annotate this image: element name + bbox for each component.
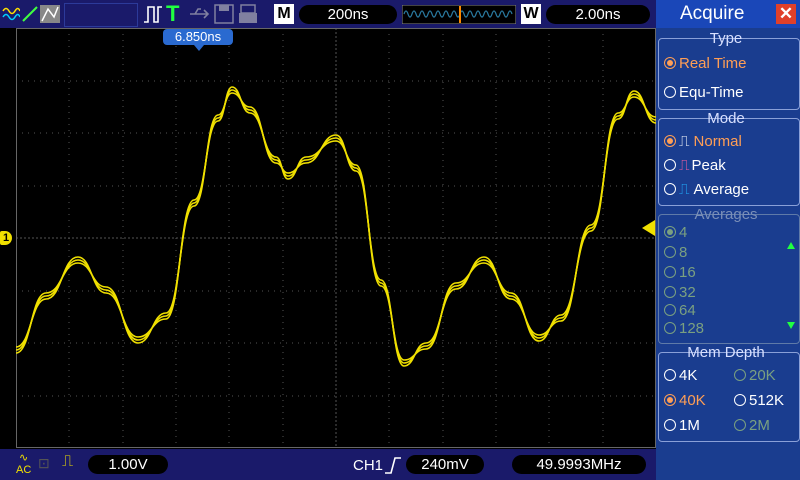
peak-pulse-icon: ⎍ [679, 157, 690, 174]
mode-average[interactable]: ⎍ Average [664, 181, 749, 198]
frequency-counter: 49.9993MHz [512, 455, 646, 474]
ac-coupling-icon: ∿ AC [16, 452, 32, 476]
cursor-readout: 6.850ns [163, 29, 233, 45]
usb-icon [190, 8, 210, 19]
acquire-menu: Acquire ✕ Type Real Time Equ-Time Mode ⎍… [656, 0, 800, 480]
timebase-value[interactable]: 200ns [299, 5, 397, 24]
averages-option-64[interactable]: 64 [664, 302, 696, 319]
memory-overview [402, 5, 516, 24]
trigger-icon: T [166, 1, 180, 26]
ch1-scale[interactable]: 1.00V [88, 455, 168, 474]
mem-1m[interactable]: 1M [664, 417, 700, 434]
scroll-down-icon[interactable] [787, 322, 795, 329]
averages-option-128[interactable]: 128 [664, 320, 704, 337]
ramp-icon [21, 5, 39, 23]
waveform-icon [2, 5, 20, 23]
mem-20k[interactable]: 20K [734, 367, 776, 384]
ch1-trace-line [16, 86, 656, 361]
mode-header: Mode [707, 110, 745, 127]
mode-peak[interactable]: ⎍ Peak [664, 157, 726, 174]
average-pulse-icon: ⎍ [679, 181, 690, 198]
ch1-ground-marker[interactable]: 1 [0, 231, 12, 245]
scroll-up-icon[interactable] [787, 242, 795, 249]
type-header: Type [709, 30, 743, 47]
rising-edge-icon [385, 457, 401, 474]
type-equ-time[interactable]: Equ-Time [664, 84, 743, 101]
mem-2m[interactable]: 2M [734, 417, 770, 434]
print-icon [239, 4, 257, 23]
mode-normal[interactable]: ⎍ Normal [664, 133, 742, 150]
averages-option-16[interactable]: 16 [664, 264, 696, 281]
normal-pulse-icon: ⎍ [679, 133, 690, 150]
run-pulse-icon [144, 6, 162, 23]
averages-option-8[interactable]: 8 [664, 244, 687, 261]
waveform-display[interactable] [16, 28, 656, 448]
trigger-level-marker[interactable] [642, 220, 655, 236]
invert-icon: ⎍ [62, 453, 74, 470]
bw-limit-icon: ⊡ [38, 455, 50, 471]
close-icon[interactable]: ✕ [776, 4, 796, 24]
window-value[interactable]: 2.00ns [546, 5, 650, 24]
mem-512k[interactable]: 512K [734, 392, 784, 409]
mem-40k[interactable]: 40K [664, 392, 706, 409]
mem-depth-header: Mem Depth [687, 344, 765, 361]
averages-header: Averages [694, 206, 758, 223]
ch1-trace-line [16, 89, 656, 364]
mem-4k[interactable]: 4K [664, 367, 697, 384]
save-icon [214, 4, 234, 24]
type-real-time[interactable]: Real Time [664, 55, 747, 72]
blank-indicator [64, 3, 138, 27]
gray-icon [40, 5, 60, 23]
averages-option-32[interactable]: 32 [664, 284, 696, 301]
w-label: W [521, 4, 541, 24]
m-label: M [274, 4, 294, 24]
top-status-bar: T M 200ns W 2.00ns [0, 0, 656, 28]
trigger-level-value[interactable]: 240mV [406, 455, 484, 474]
trigger-source: CH1 [353, 457, 384, 474]
menu-title: Acquire ✕ [656, 0, 800, 28]
averages-option-4[interactable]: 4 [664, 224, 687, 241]
cursor-pointer-icon [194, 45, 204, 51]
graticule [16, 28, 656, 448]
